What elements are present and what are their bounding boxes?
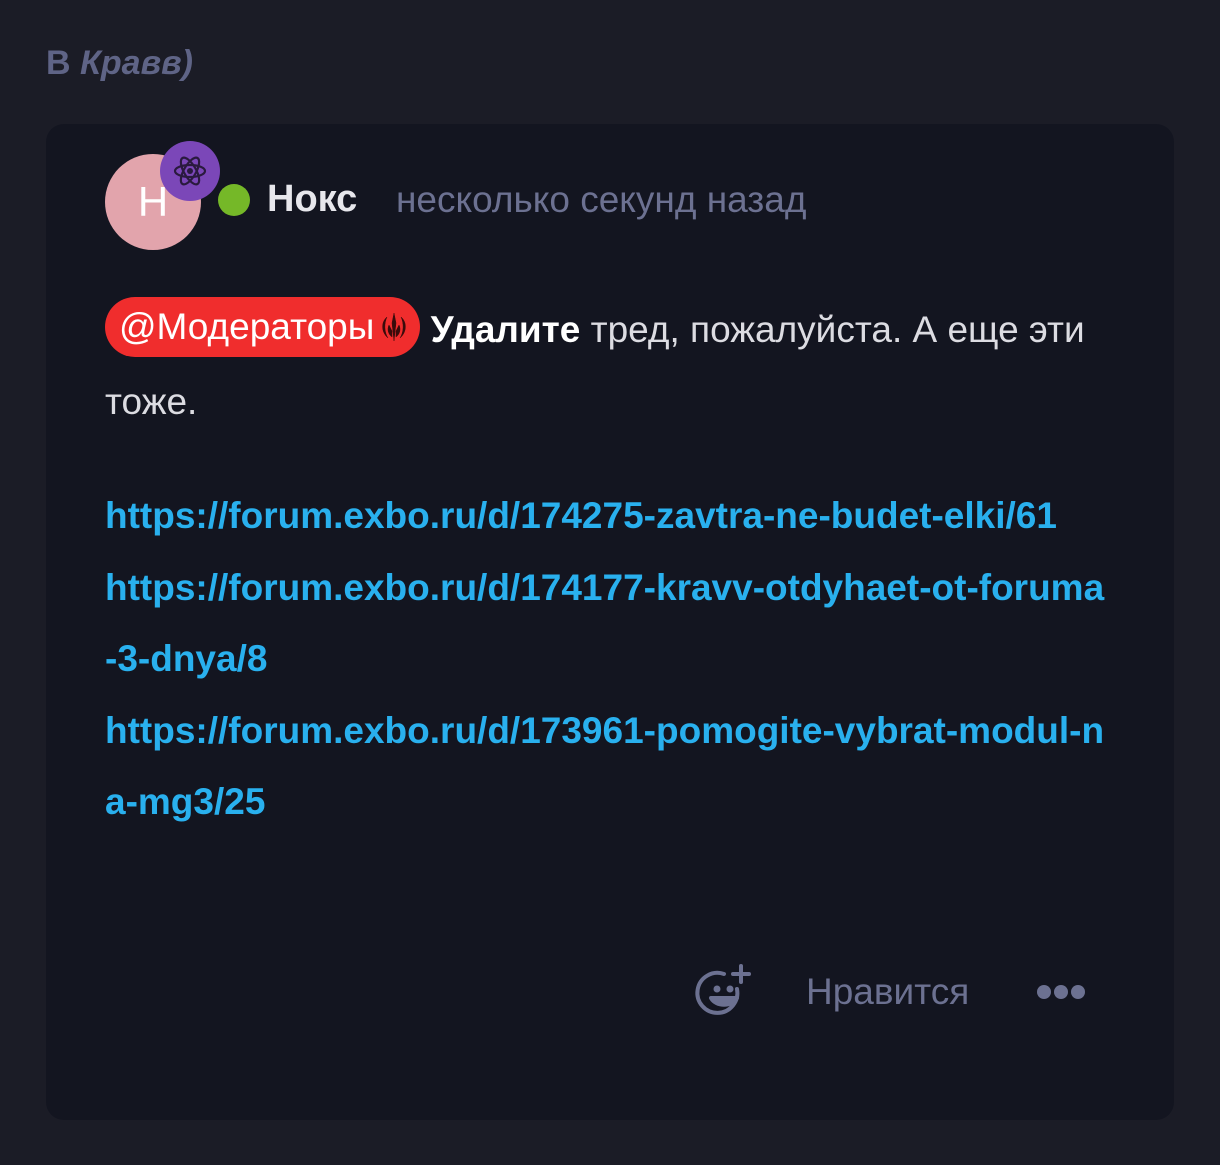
post-link-2[interactable]: https://forum.exbo.ru/d/174177-kravv-otd…	[105, 552, 1115, 695]
group-mention[interactable]: @Модераторы	[105, 297, 421, 357]
fragment-name: Кравв)	[80, 44, 193, 82]
emphasis-text: Удалите	[430, 309, 581, 350]
fragment-prefix: В	[46, 44, 80, 82]
post-link-1[interactable]: https://forum.exbo.ru/d/174275-zavtra-ne…	[105, 480, 1115, 552]
react-atom-icon	[173, 156, 207, 186]
like-button[interactable]: Нравится	[806, 968, 969, 1016]
post-card: Н Нокс несколько секунд назад @Модератор…	[46, 124, 1174, 1120]
post-body: @Модераторы Удалите тред, пожалуйста. А …	[105, 294, 1125, 438]
add-reaction-icon	[695, 964, 751, 1015]
add-reaction-button[interactable]	[694, 962, 754, 1022]
jedi-order-icon	[382, 312, 406, 342]
previous-post-fragment: В Кравв)	[46, 38, 193, 88]
post-link-3[interactable]: https://forum.exbo.ru/d/173961-pomogite-…	[105, 695, 1115, 838]
link-list: https://forum.exbo.ru/d/174275-zavtra-ne…	[105, 480, 1115, 838]
username[interactable]: Нокс	[267, 176, 357, 222]
online-status-dot	[218, 184, 250, 216]
mention-label: @Модераторы	[119, 306, 375, 347]
more-button[interactable]	[1036, 980, 1086, 1004]
more-dots-icon	[1037, 985, 1085, 999]
post-timestamp[interactable]: несколько секунд назад	[396, 177, 806, 223]
user-badge	[160, 141, 220, 201]
